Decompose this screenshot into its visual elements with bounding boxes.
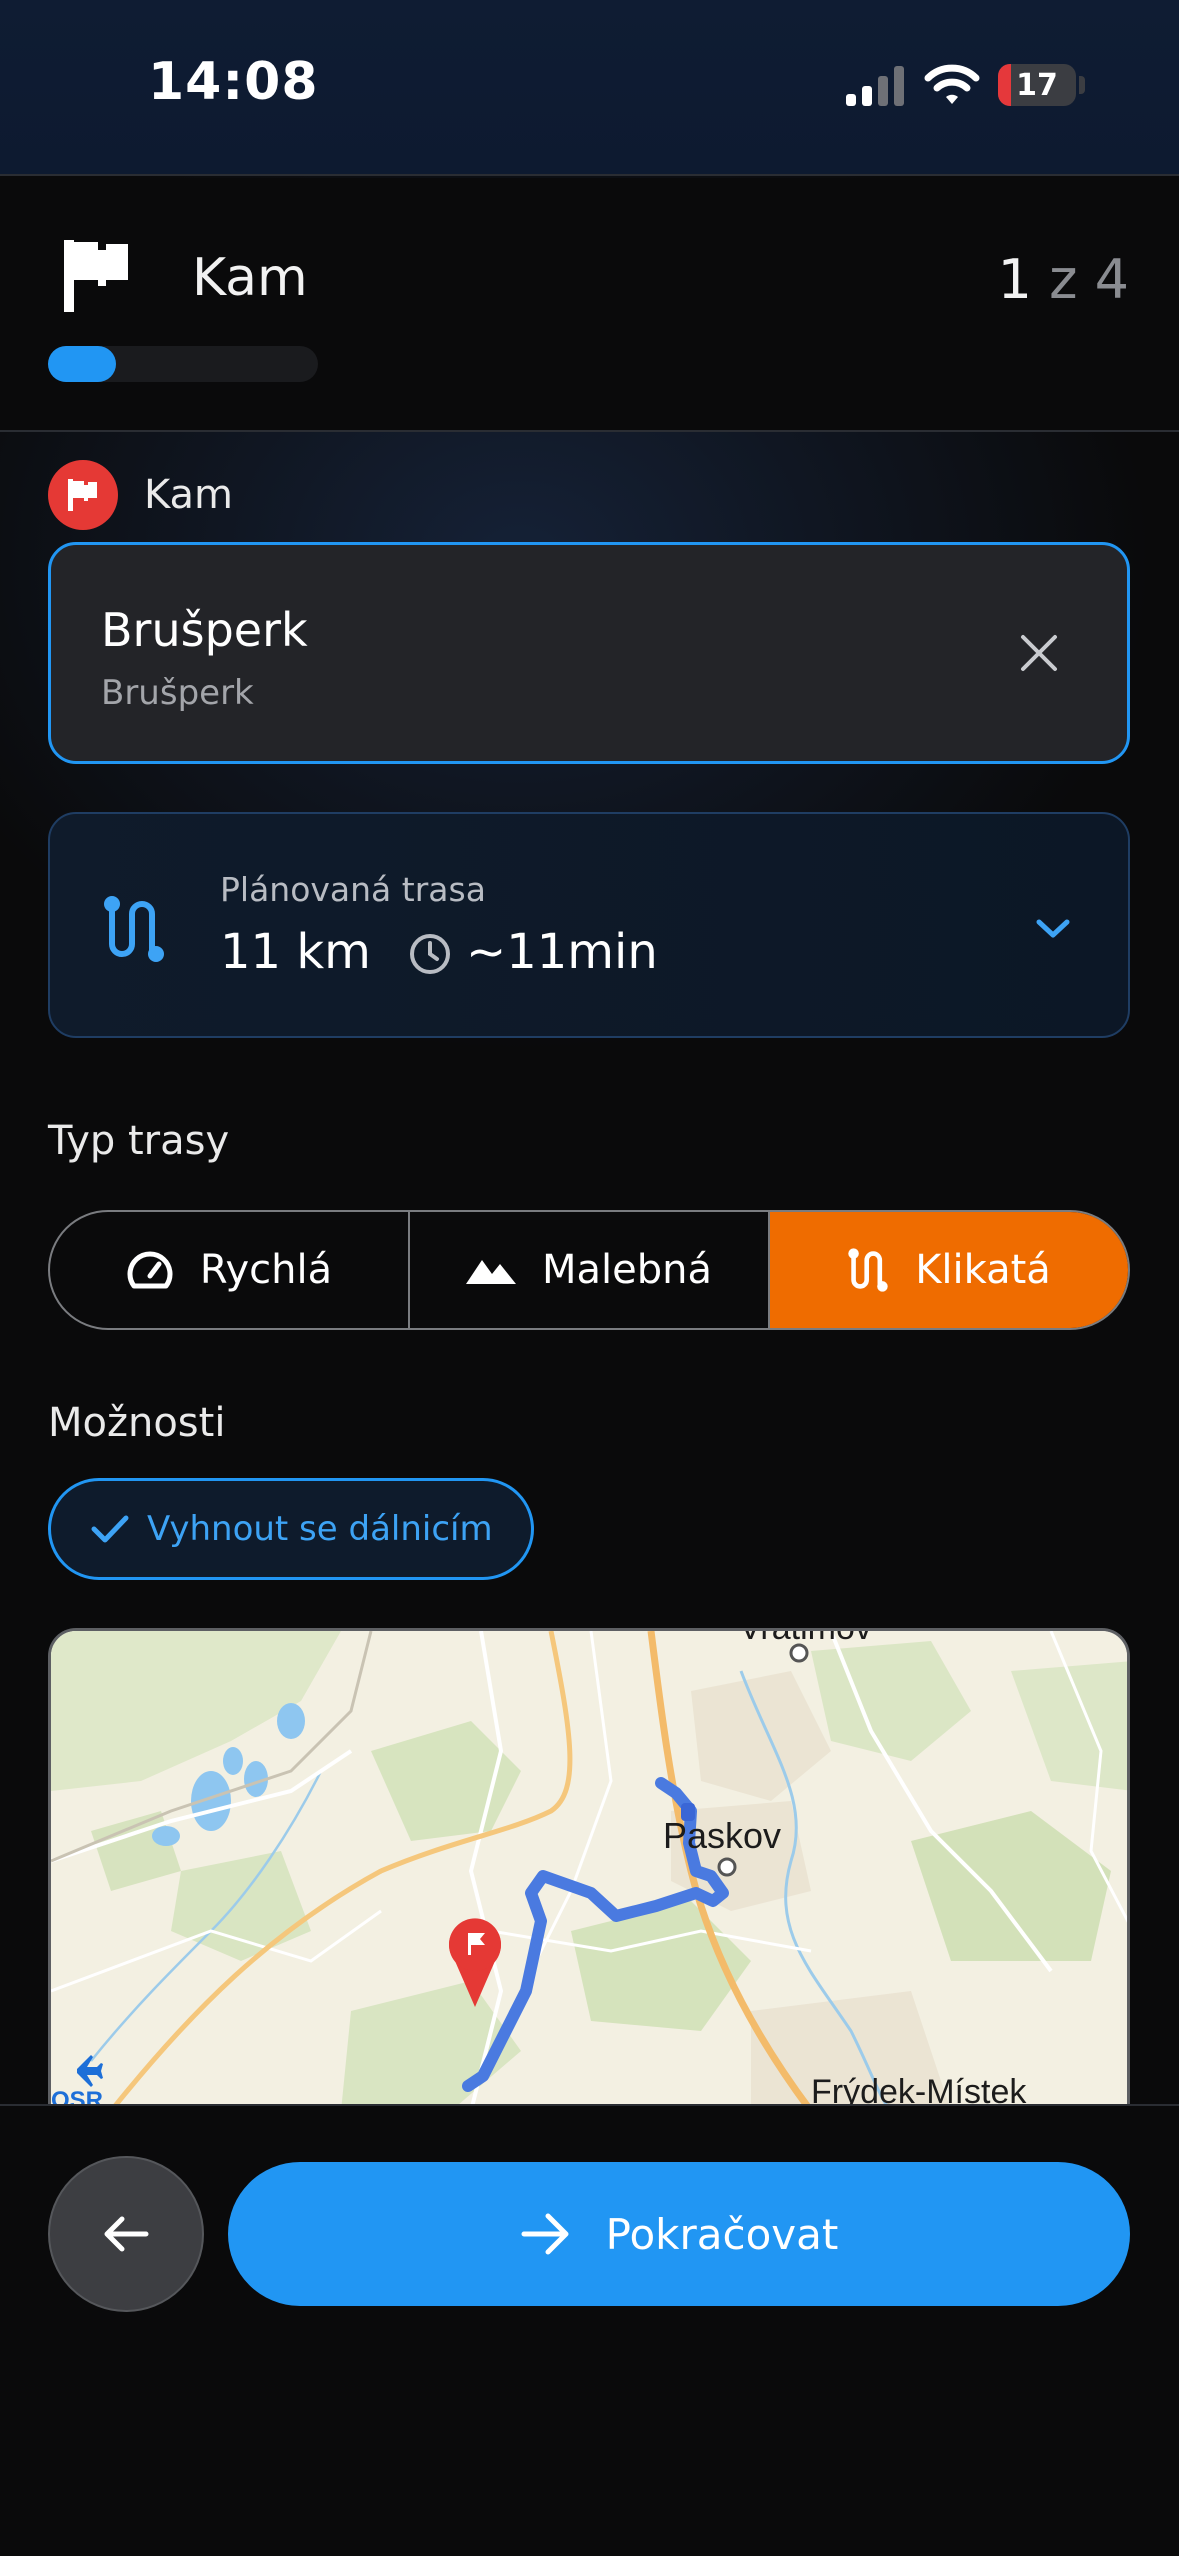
speedometer-icon	[127, 1251, 173, 1289]
map-town-dot	[717, 1857, 737, 1877]
destination-subtitle: Brušperk	[101, 673, 254, 713]
step-counter: 1 z 4	[998, 248, 1129, 311]
clock-icon	[410, 934, 450, 974]
step-progress-fill	[48, 346, 116, 382]
map-pond	[277, 1703, 305, 1739]
avoid-highways-chip[interactable]: Vyhnout se dálnicím	[48, 1478, 534, 1580]
flag-icon	[64, 240, 128, 312]
route-duration: ~11min	[466, 924, 658, 980]
route-type-label: Typ trasy	[48, 1118, 230, 1164]
route-type-fast[interactable]: Rychlá	[50, 1212, 408, 1328]
map-label-frydek-mistek: Frýdek-Místek	[811, 2073, 1027, 2108]
map-pond	[223, 1747, 243, 1775]
planned-route-card[interactable]: Plánovaná trasa 11 km ~11min	[48, 812, 1130, 1038]
route-type-winding-label: Klikatá	[915, 1247, 1051, 1293]
continue-label: Pokračovat	[605, 2209, 839, 2259]
status-time: 14:08	[148, 52, 319, 112]
chevron-down-icon	[1036, 919, 1070, 938]
map-label-vratimov: Vratimov	[739, 1628, 872, 1647]
back-button[interactable]	[48, 2156, 204, 2312]
mountain-icon	[466, 1260, 516, 1284]
check-icon	[91, 1515, 129, 1543]
step-current: 1	[997, 248, 1032, 311]
wifi-icon	[924, 64, 980, 104]
avoid-highways-label: Vyhnout se dálnicím	[147, 1509, 493, 1549]
battery-icon: 17	[998, 64, 1076, 106]
route-type-scenic-label: Malebná	[542, 1247, 712, 1293]
map-canvas	[51, 1631, 1127, 2108]
signal-icon	[846, 66, 904, 106]
step-total: z 4	[1031, 248, 1129, 311]
route-distance: 11 km	[220, 924, 371, 980]
route-icon	[104, 896, 164, 962]
route-type-winding[interactable]: Klikatá	[768, 1212, 1128, 1328]
route-caption: Plánovaná trasa	[220, 870, 486, 909]
close-icon	[1021, 635, 1057, 671]
step-title: Kam	[192, 248, 308, 308]
route-type-selector: Rychlá Malebná Klikatá	[48, 1210, 1130, 1330]
route-icon	[848, 1248, 888, 1292]
battery-nub	[1079, 76, 1085, 94]
battery-level: 17	[1016, 67, 1058, 103]
step-progress-bar	[48, 346, 318, 382]
arrow-left-icon	[104, 2216, 149, 2252]
expand-route-button[interactable]	[1028, 904, 1078, 954]
options-label: Možnosti	[48, 1400, 226, 1446]
continue-button[interactable]: Pokračovat	[228, 2162, 1130, 2306]
map-pond	[152, 1826, 180, 1846]
route-type-scenic[interactable]: Malebná	[408, 1212, 768, 1328]
clear-destination-button[interactable]	[1001, 615, 1077, 691]
flag-badge-icon	[48, 460, 118, 530]
route-type-fast-label: Rychlá	[199, 1247, 333, 1293]
destination-label: Kam	[144, 472, 234, 518]
route-planner-screen: 14:08 17 Kam 1 z 4 Kam Brušperk Brušperk…	[0, 0, 1179, 2556]
map-label-paskov: Paskov	[663, 1815, 782, 1856]
step-header: Kam 1 z 4	[0, 178, 1179, 432]
destination-label-row: Kam	[48, 460, 233, 530]
arrow-right-icon	[521, 2213, 569, 2255]
status-bar: 14:08 17	[0, 0, 1179, 176]
destination-name: Brušperk	[101, 603, 308, 657]
destination-field[interactable]: Brušperk Brušperk	[48, 542, 1130, 764]
bottom-action-bar: Pokračovat	[0, 2104, 1179, 2556]
route-map[interactable]: Vratimov Paskov Frýdek-Místek OSR	[48, 1628, 1130, 2108]
